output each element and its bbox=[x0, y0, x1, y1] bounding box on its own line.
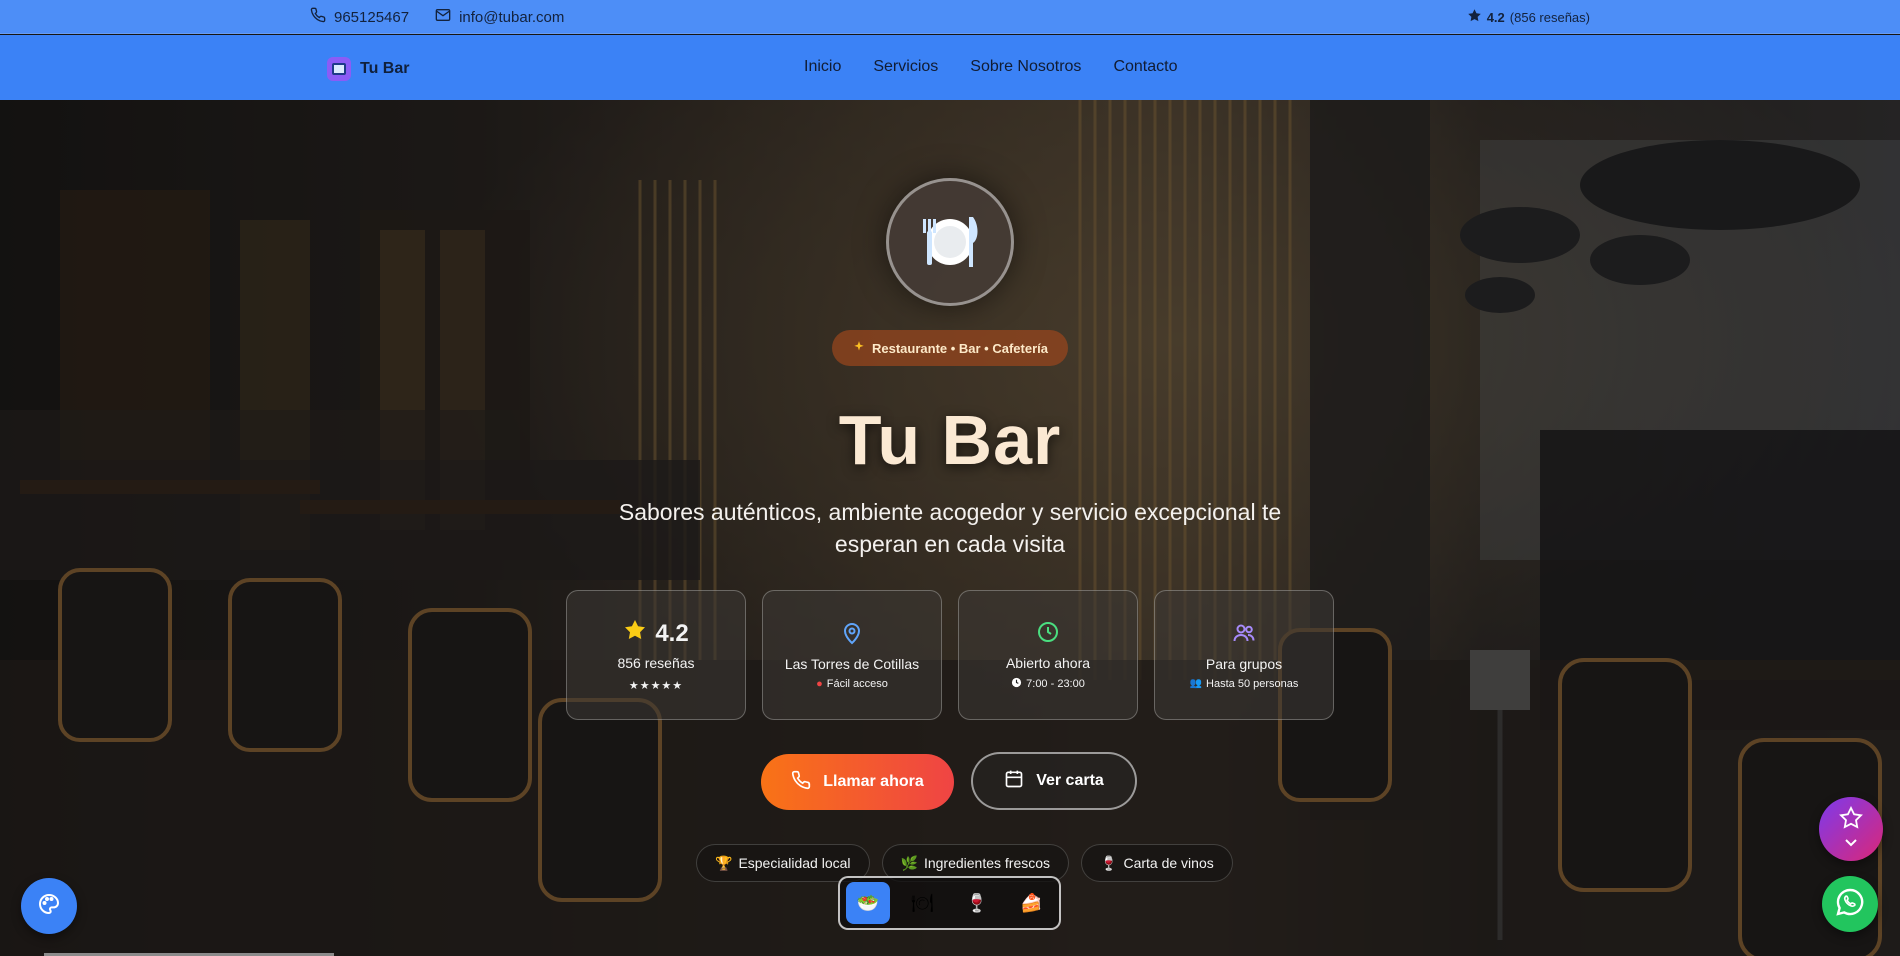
category-badge: Restaurante • Bar • Cafetería bbox=[832, 330, 1068, 366]
call-now-button[interactable]: Llamar ahora bbox=[761, 754, 954, 810]
stat-card-groups: Para grupos 👥 Hasta 50 personas bbox=[1154, 590, 1334, 720]
location-note: Fácil acceso bbox=[826, 677, 888, 690]
phone-link[interactable]: 965125467 bbox=[310, 7, 409, 27]
contact-info: 965125467 info@tubar.com bbox=[310, 7, 564, 27]
rating-reviews: (856 reseñas) bbox=[1509, 9, 1590, 25]
salad-icon[interactable]: 🥗 bbox=[846, 882, 890, 924]
phone-icon bbox=[310, 7, 326, 27]
building-icon bbox=[327, 57, 351, 81]
users-icon bbox=[1232, 621, 1256, 650]
plate-icon[interactable]: 🍽 bbox=[901, 882, 945, 924]
phone-icon bbox=[791, 770, 811, 795]
category-text: Restaurante • Bar • Cafetería bbox=[871, 340, 1048, 356]
stats-row: 4.2 856 reseñas ★★★★★ Las Torres de Coti… bbox=[566, 590, 1334, 720]
main-navbar: Tu Bar Inicio Servicios Sobre Nosotros C… bbox=[0, 35, 1900, 100]
opening-hours: 7:00 - 23:00 bbox=[1026, 677, 1085, 690]
location-note-row: ● Fácil acceso bbox=[816, 678, 888, 690]
mail-icon bbox=[435, 7, 451, 27]
rating-stars: ★★★★★ bbox=[628, 680, 684, 692]
nav-links: Inicio Servicios Sobre Nosotros Contacto bbox=[804, 58, 1177, 76]
small-clock-icon bbox=[1011, 677, 1022, 691]
wine-icon[interactable]: 🍷 bbox=[955, 882, 999, 924]
map-pin-icon bbox=[840, 621, 864, 650]
view-menu-button[interactable]: Ver carta bbox=[971, 752, 1137, 810]
groups-capacity: Hasta 50 personas bbox=[1206, 677, 1299, 690]
star-icon bbox=[1467, 8, 1482, 26]
brand-name: Tu Bar bbox=[360, 60, 410, 77]
hours-row: 7:00 - 23:00 bbox=[1011, 677, 1085, 691]
location-name: Las Torres de Cotillas bbox=[784, 655, 920, 672]
theme-palette-button[interactable] bbox=[21, 878, 77, 934]
wine-icon: 🍷 bbox=[1100, 854, 1118, 871]
star-icon bbox=[623, 618, 647, 649]
view-menu-label: Ver carta bbox=[1036, 772, 1104, 789]
calendar-icon bbox=[1004, 769, 1024, 794]
brand-logo[interactable]: Tu Bar bbox=[327, 57, 409, 81]
star-outline-icon bbox=[1839, 805, 1863, 835]
plate-icon bbox=[886, 178, 1014, 306]
favorites-toggle-button[interactable] bbox=[1819, 797, 1883, 861]
people-icon: 👥 bbox=[1189, 678, 1203, 689]
contact-bar: 965125467 info@tubar.com 4.2 (856 reseña… bbox=[0, 0, 1900, 34]
open-status: Abierto ahora bbox=[1005, 654, 1091, 671]
chip-label: Ingredientes frescos bbox=[923, 855, 1051, 871]
nav-link-contacto[interactable]: Contacto bbox=[1113, 58, 1177, 76]
hero-image-switcher: 🥗 🍽 🍷 🍰 bbox=[838, 876, 1061, 930]
nav-link-sobre-nosotros[interactable]: Sobre Nosotros bbox=[970, 58, 1081, 76]
groups-row: 👥 Hasta 50 personas bbox=[1190, 678, 1299, 690]
phone-number: 965125467 bbox=[334, 8, 410, 26]
nav-link-servicios[interactable]: Servicios bbox=[873, 58, 938, 76]
herb-icon: 🌿 bbox=[900, 854, 918, 871]
rating-value: 4.2 bbox=[1486, 9, 1505, 25]
hero-title: Tu Bar bbox=[838, 401, 1062, 479]
stat-card-rating: 4.2 856 reseñas ★★★★★ bbox=[566, 590, 746, 720]
call-now-label: Llamar ahora bbox=[823, 773, 924, 790]
pushpin-icon: ● bbox=[816, 677, 823, 690]
chevron-down-icon bbox=[1844, 835, 1858, 853]
stat-card-hours: Abierto ahora 7:00 - 23:00 bbox=[958, 590, 1138, 720]
cake-icon[interactable]: 🍰 bbox=[1010, 882, 1054, 924]
chip-wine-list: 🍷 Carta de vinos bbox=[1081, 844, 1233, 882]
whatsapp-icon bbox=[1834, 886, 1866, 923]
sparkles-icon bbox=[852, 340, 866, 357]
rating-big: 4.2 bbox=[655, 619, 689, 647]
chip-label: Especialidad local bbox=[738, 855, 851, 871]
trophy-icon: 🏆 bbox=[715, 854, 733, 871]
email-link[interactable]: info@tubar.com bbox=[435, 7, 564, 27]
chip-label: Carta de vinos bbox=[1123, 855, 1214, 871]
rating-summary: 4.2 (856 reseñas) bbox=[1467, 8, 1590, 26]
clock-icon bbox=[1036, 620, 1060, 649]
stat-card-location: Las Torres de Cotillas ● Fácil acceso bbox=[762, 590, 942, 720]
whatsapp-button[interactable] bbox=[1822, 876, 1878, 932]
hero-section: Restaurante • Bar • Cafetería Tu Bar Sab… bbox=[0, 100, 1900, 956]
groups-label: Para grupos bbox=[1205, 655, 1283, 672]
hero-subtitle: Sabores auténticos, ambiente acogedor y … bbox=[618, 499, 1282, 557]
reviews-count: 856 reseñas bbox=[617, 655, 695, 671]
palette-icon bbox=[37, 892, 61, 921]
email-address: info@tubar.com bbox=[459, 8, 565, 26]
nav-link-inicio[interactable]: Inicio bbox=[804, 58, 841, 76]
